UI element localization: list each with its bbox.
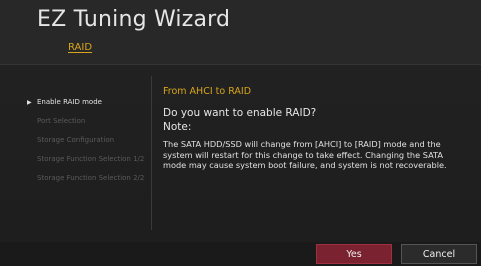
page-title: EZ Tuning Wizard bbox=[37, 7, 231, 32]
header-divider bbox=[0, 64, 481, 65]
yes-button[interactable]: Yes bbox=[316, 244, 392, 264]
step-label: Storage Function Selection 2/2 bbox=[37, 174, 145, 182]
step-label: Storage Configuration bbox=[37, 136, 115, 144]
vertical-divider bbox=[151, 76, 152, 230]
header: EZ Tuning Wizard RAID bbox=[0, 0, 481, 64]
wizard-window: EZ Tuning Wizard RAID ▶ Enable RAID mode… bbox=[0, 0, 481, 266]
note-label: Note: bbox=[163, 121, 192, 133]
step-storage-function-2: Storage Function Selection 2/2 bbox=[27, 169, 144, 188]
step-label: Port Selection bbox=[37, 117, 86, 125]
step-label: Storage Function Selection 1/2 bbox=[37, 155, 145, 163]
wizard-category: RAID bbox=[68, 42, 93, 53]
content-panel: From AHCI to RAID Do you want to enable … bbox=[163, 86, 463, 171]
triangle-right-icon: ▶ bbox=[27, 99, 32, 106]
cancel-button[interactable]: Cancel bbox=[401, 244, 477, 264]
step-label: Enable RAID mode bbox=[37, 98, 102, 106]
step-storage-configuration: Storage Configuration bbox=[27, 131, 144, 150]
note-text: The SATA HDD/SSD will change from [AHCI]… bbox=[163, 139, 447, 170]
step-port-selection: Port Selection bbox=[27, 112, 144, 131]
step-list: ▶ Enable RAID mode Port Selection Storag… bbox=[27, 93, 144, 188]
question-text: Do you want to enable RAID? bbox=[163, 107, 317, 119]
content-heading: From AHCI to RAID bbox=[163, 86, 252, 97]
step-enable-raid-mode: ▶ Enable RAID mode bbox=[27, 93, 144, 112]
step-storage-function-1: Storage Function Selection 1/2 bbox=[27, 150, 144, 169]
